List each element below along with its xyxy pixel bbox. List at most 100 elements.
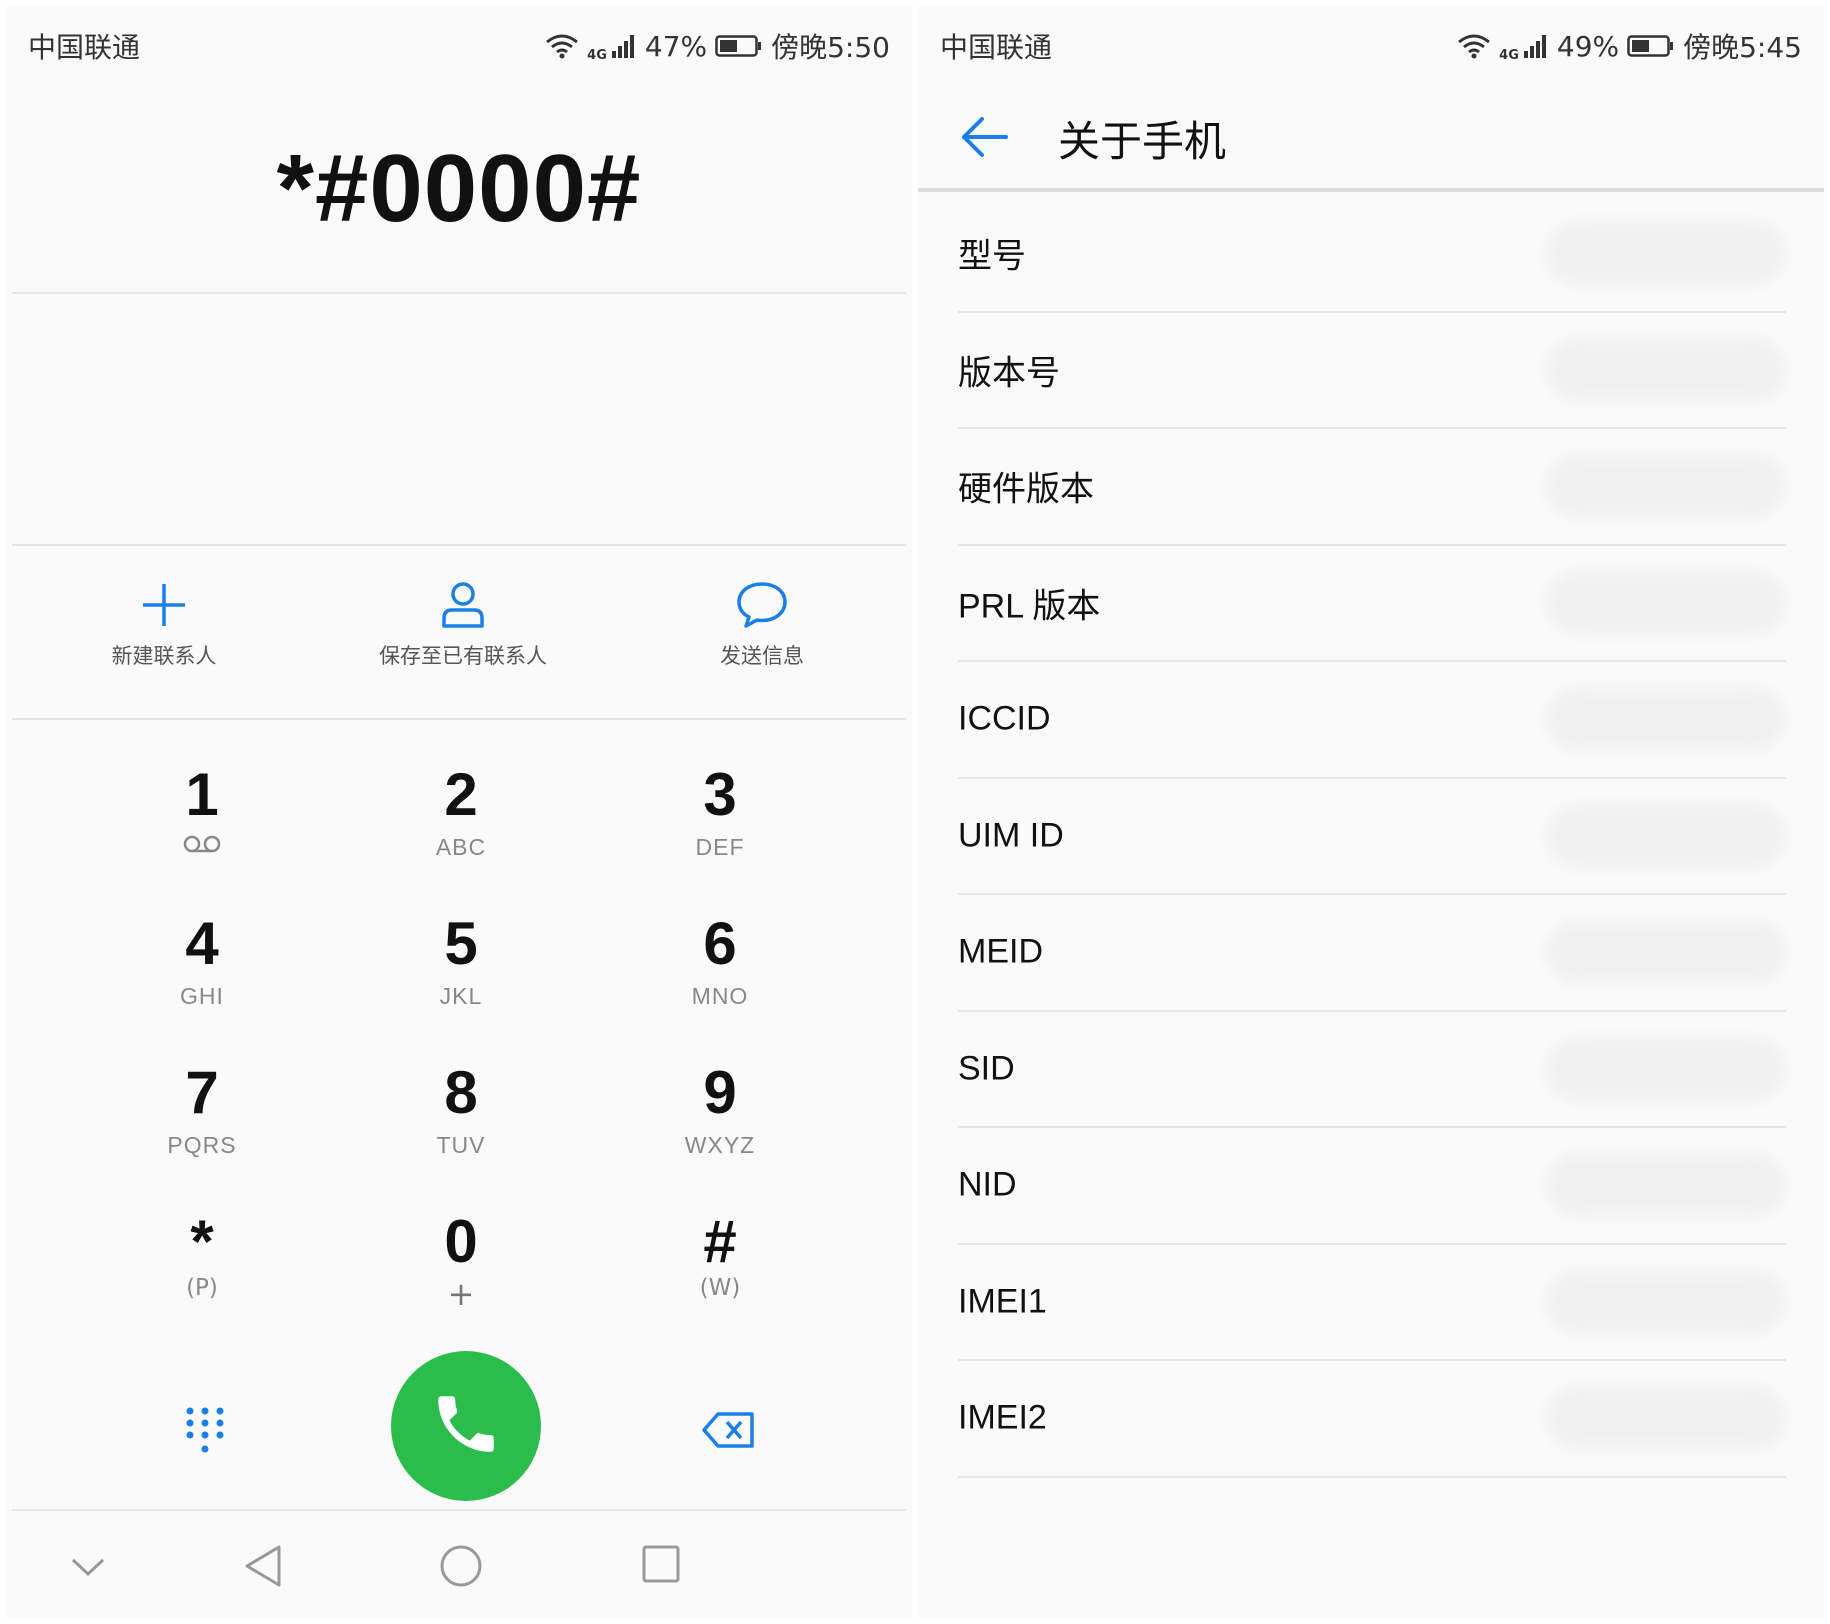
keypad-toggle-icon[interactable] (185, 1406, 225, 1460)
key-digit: 8 (444, 1059, 478, 1126)
redacted-value (1546, 803, 1786, 868)
call-button[interactable] (391, 1351, 541, 1501)
list-item-prl-version[interactable]: PRL 版本 (958, 546, 1786, 662)
wifi-icon (545, 33, 579, 59)
key-9[interactable]: 9 WXYZ (620, 1060, 820, 1190)
key-7[interactable]: 7 PQRS (102, 1060, 302, 1190)
info-list: 型号 版本号 硬件版本 PRL 版本 ICCID UIM ID MEID SID… (918, 196, 1824, 1478)
navigation-bar (6, 1514, 912, 1614)
key-digit: 1 (185, 761, 219, 828)
list-item-nid[interactable]: NID (958, 1128, 1786, 1245)
back-triangle-icon[interactable] (243, 1544, 283, 1592)
key-0[interactable]: 0 + (361, 1209, 561, 1339)
key-2[interactable]: 2 ABC (361, 762, 561, 892)
list-item-iccid[interactable]: ICCID (958, 662, 1786, 779)
redacted-value (1546, 1036, 1786, 1101)
status-bar: 中国联通 4G 47% 傍晚5:50 (6, 6, 912, 86)
dial-input-display[interactable]: *#0000# (12, 86, 906, 294)
list-item-hardware-version[interactable]: 硬件版本 (958, 429, 1786, 546)
save-to-contact-label: 保存至已有联系人 (379, 644, 547, 668)
key-letters: TUV (436, 1132, 486, 1158)
key-star[interactable]: * (P) (102, 1209, 302, 1339)
back-arrow-icon[interactable] (958, 110, 1012, 168)
key-3[interactable]: 3 DEF (620, 762, 820, 892)
redacted-value (1546, 1269, 1786, 1334)
battery-percent: 47% (644, 29, 708, 63)
new-contact-button[interactable]: 新建联系人 (24, 580, 304, 670)
page-title: 关于手机 (1058, 117, 1227, 166)
voicemail-icon (102, 834, 302, 858)
redacted-value (1546, 570, 1786, 635)
person-icon (323, 580, 603, 630)
key-digit: 7 (185, 1059, 219, 1126)
backspace-icon[interactable] (702, 1411, 756, 1453)
key-letters: WXYZ (684, 1132, 756, 1158)
key-digit: 4 (185, 910, 219, 977)
key-sub: (P) (186, 1275, 218, 1301)
redacted-value (1546, 454, 1786, 519)
key-letters: JKL (439, 983, 483, 1009)
plus-icon (24, 580, 304, 630)
carrier-name: 中国联通 (940, 31, 1053, 64)
list-item-uim-id[interactable]: UIM ID (958, 779, 1786, 895)
redacted-value (1546, 221, 1786, 286)
key-letters: MNO (691, 983, 749, 1009)
key-1[interactable]: 1 (102, 762, 302, 892)
status-icons: 4G 49% 傍晚5:45 (1457, 26, 1802, 66)
redacted-value (1546, 920, 1786, 985)
signal-icon (1523, 33, 1549, 59)
dialer-screen: 中国联通 4G 47% 傍晚5:50 *#0000# 新建联系人 保存至已有联系… (6, 6, 912, 1618)
redacted-value (1546, 1386, 1786, 1451)
home-circle-icon[interactable] (439, 1544, 483, 1592)
network-type: 4G (1499, 48, 1519, 63)
save-to-contact-button[interactable]: 保存至已有联系人 (323, 580, 603, 670)
key-4[interactable]: 4 GHI (102, 911, 302, 1041)
item-label: NID (958, 1165, 1017, 1204)
key-digit: # (703, 1208, 737, 1275)
carrier-name: 中国联通 (28, 31, 141, 64)
list-item-imei1[interactable]: IMEI1 (958, 1245, 1786, 1361)
status-bar: 中国联通 4G 49% 傍晚5:45 (918, 6, 1824, 86)
key-letters: DEF (695, 834, 745, 860)
key-6[interactable]: 6 MNO (620, 911, 820, 1041)
phone-icon (429, 1387, 503, 1465)
dialed-number: *#0000# (276, 135, 642, 242)
key-digit: 9 (703, 1059, 737, 1126)
redacted-value (1546, 337, 1786, 402)
message-bubble-icon (622, 580, 902, 630)
recents-square-icon[interactable] (641, 1544, 681, 1588)
key-sub: + (447, 1275, 475, 1313)
list-item-model[interactable]: 型号 (958, 196, 1786, 313)
key-8[interactable]: 8 TUV (361, 1060, 561, 1190)
list-item-imei2[interactable]: IMEI2 (958, 1361, 1786, 1478)
suggestion-area (12, 296, 906, 546)
key-digit: * (190, 1208, 214, 1275)
title-bar: 关于手机 (918, 86, 1824, 192)
key-digit: 2 (444, 761, 478, 828)
key-5[interactable]: 5 JKL (361, 911, 561, 1041)
about-phone-screen: 中国联通 4G 49% 傍晚5:45 关于手机 型号 版本号 硬件版本 PRL … (918, 6, 1824, 1618)
key-digit: 0 (444, 1208, 478, 1275)
dialer-actions: 新建联系人 保存至已有联系人 发送信息 (12, 548, 906, 720)
new-contact-label: 新建联系人 (111, 644, 217, 668)
item-label: PRL 版本 (958, 587, 1101, 626)
key-letters: GHI (180, 983, 224, 1009)
battery-icon (715, 34, 763, 58)
collapse-chevron-icon[interactable] (70, 1556, 106, 1582)
item-label: 型号 (958, 237, 1026, 276)
list-item-sid[interactable]: SID (958, 1012, 1786, 1128)
key-digit: 6 (703, 910, 737, 977)
battery-icon (1627, 34, 1675, 58)
list-item-meid[interactable]: MEID (958, 895, 1786, 1012)
list-item-build-number[interactable]: 版本号 (958, 313, 1786, 429)
status-icons: 4G 47% 傍晚5:50 (545, 26, 890, 66)
item-label: IMEI2 (958, 1398, 1047, 1437)
key-hash[interactable]: # (W) (620, 1209, 820, 1339)
signal-icon (611, 33, 637, 59)
clock: 傍晚5:50 (771, 31, 890, 64)
send-message-button[interactable]: 发送信息 (622, 580, 902, 670)
dialer-bottom-bar (12, 1351, 906, 1511)
redacted-value (1546, 1153, 1786, 1218)
wifi-icon (1457, 33, 1491, 59)
key-letters: PQRS (167, 1132, 237, 1158)
